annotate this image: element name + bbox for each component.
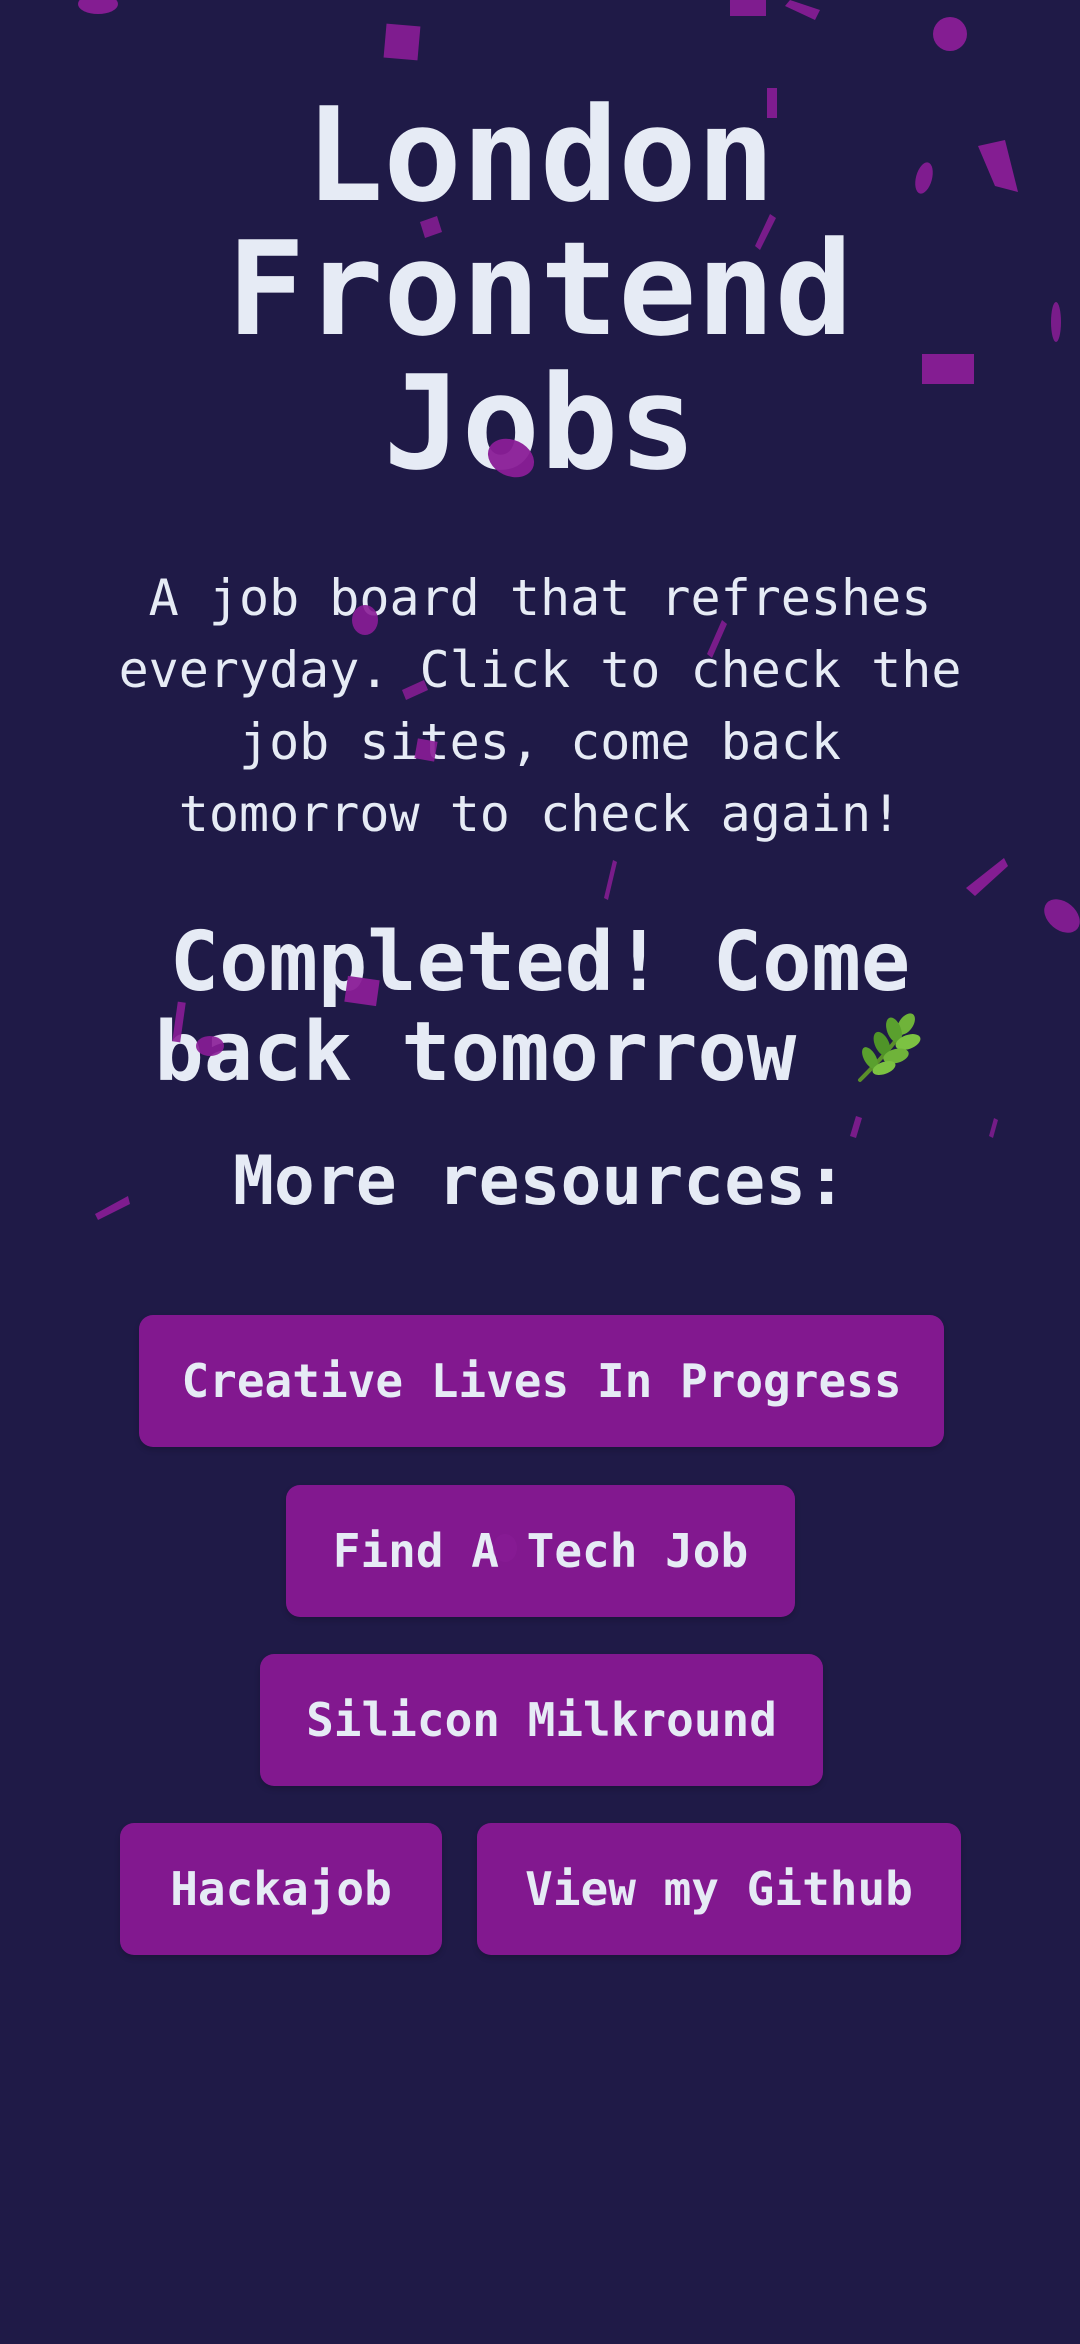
find-a-tech-job-button[interactable]: Find A Tech Job bbox=[286, 1485, 795, 1617]
page-description: A job board that refreshes everyday. Cli… bbox=[118, 569, 962, 843]
status-text: Completed! Come back tomorrow bbox=[154, 915, 911, 1100]
silicon-milkround-button[interactable]: Silicon Milkround bbox=[260, 1654, 823, 1786]
creative-lives-in-progress-button[interactable]: Creative Lives In Progress bbox=[139, 1315, 944, 1447]
page-title-line: Jobs bbox=[383, 347, 697, 499]
page-title-line: London bbox=[305, 79, 775, 231]
herb-icon bbox=[846, 1008, 926, 1088]
resources-heading: More resources: bbox=[232, 1142, 848, 1221]
page-title-line: Frontend bbox=[226, 213, 854, 365]
page-title: London Frontend Jobs bbox=[0, 88, 1080, 490]
status-message: Completed! Come back tomorrow bbox=[60, 918, 1020, 1098]
view-github-button[interactable]: View my Github bbox=[477, 1823, 961, 1955]
hackajob-button[interactable]: Hackajob bbox=[120, 1823, 442, 1955]
